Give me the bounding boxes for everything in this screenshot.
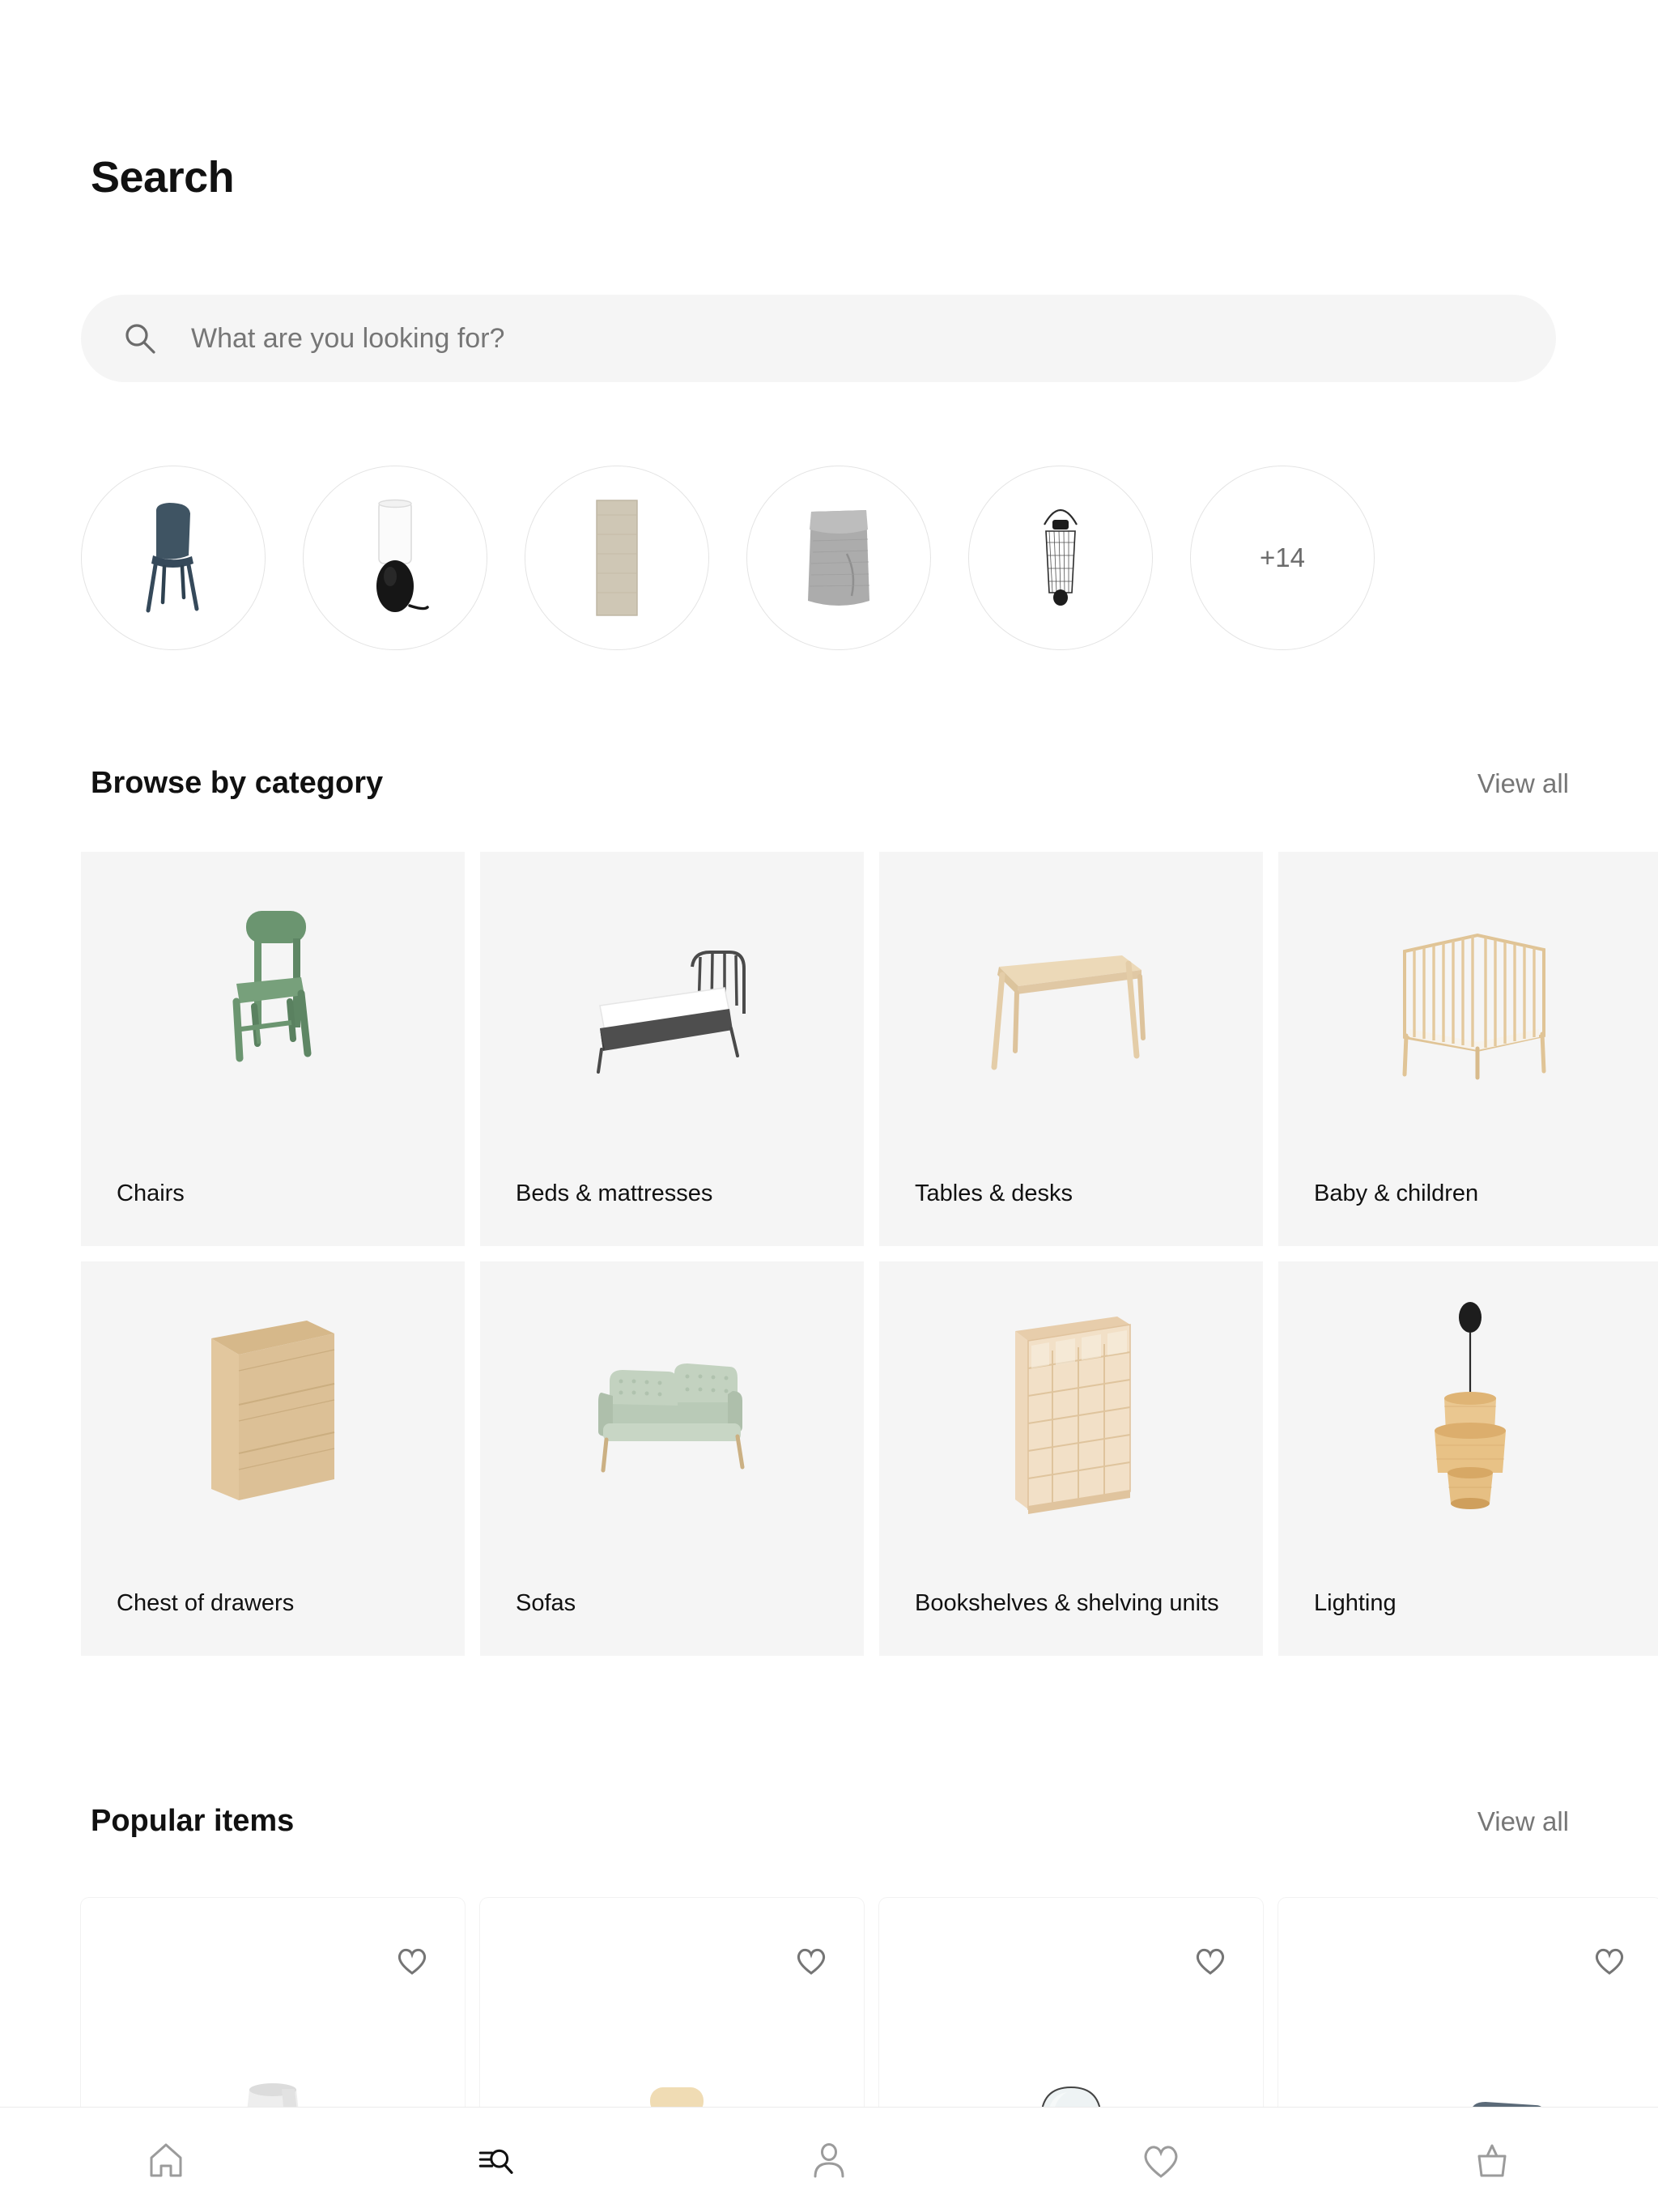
popular-view-all-link[interactable]: View all (1477, 1806, 1569, 1837)
quick-circle-table-lamp[interactable] (303, 466, 487, 650)
category-label: Chairs (117, 1180, 185, 1206)
category-card[interactable]: Baby & children (1278, 852, 1658, 1246)
pendant-lamp-icon (1435, 1302, 1506, 1509)
chair-icon (146, 503, 199, 613)
bed-icon (597, 951, 746, 1074)
category-image (81, 879, 465, 1138)
quick-circle-rug[interactable] (525, 466, 709, 650)
quick-circle-more[interactable]: +14 (1190, 466, 1375, 650)
heart-icon[interactable] (1592, 1943, 1626, 1977)
category-image (81, 1289, 465, 1548)
category-label: Baby & children (1314, 1180, 1479, 1206)
category-label: Tables & desks (915, 1180, 1073, 1206)
crib-icon (1402, 933, 1546, 1080)
category-image (879, 879, 1263, 1138)
category-image (480, 1289, 864, 1548)
rug-icon (596, 500, 638, 616)
category-label: Sofas (516, 1590, 576, 1616)
category-card[interactable]: Lighting (1278, 1261, 1658, 1656)
quick-circle-chair[interactable] (81, 466, 266, 650)
category-image (879, 1289, 1263, 1548)
dresser-icon (211, 1321, 335, 1500)
category-card[interactable]: Beds & mattresses (480, 852, 864, 1246)
category-card[interactable]: Tables & desks (879, 852, 1263, 1246)
category-card[interactable]: Chairs (81, 852, 465, 1246)
bookcase-icon (1015, 1317, 1131, 1514)
bottom-navigation-bar (0, 2107, 1658, 2212)
search-list-icon (479, 2149, 514, 2174)
quick-circle-throw-blanket[interactable] (746, 466, 931, 650)
category-image (1278, 1289, 1658, 1548)
categories-section-header: Browse by category View all (91, 766, 1569, 801)
heart-icon[interactable] (794, 1943, 828, 1977)
popular-item-card[interactable] (480, 1898, 864, 2141)
nav-home[interactable] (0, 2108, 332, 2212)
heart-icon (1144, 2146, 1178, 2178)
throw-blanket-icon (808, 510, 870, 606)
category-label: Bookshelves & shelving units (915, 1590, 1219, 1616)
popular-section-header: Popular items View all (91, 1804, 1569, 1839)
category-label: Beds & mattresses (516, 1180, 713, 1206)
nav-favorites[interactable] (995, 2108, 1327, 2212)
lantern-icon (1044, 509, 1078, 606)
popular-item-card[interactable] (1278, 1898, 1658, 2141)
popular-item-card[interactable] (81, 1898, 465, 2141)
category-label: Lighting (1314, 1590, 1397, 1616)
shopping-bag-icon (1477, 2144, 1507, 2176)
search-screen: Search What are you looking for? +14 Bro… (0, 0, 1658, 2212)
category-image (480, 879, 864, 1138)
category-card[interactable]: Sofas (480, 1261, 864, 1656)
search-icon (123, 321, 157, 355)
nav-profile[interactable] (663, 2108, 995, 2212)
search-placeholder: What are you looking for? (191, 322, 505, 354)
search-input[interactable]: What are you looking for? (81, 295, 1556, 382)
popular-section-title: Popular items (91, 1804, 295, 1838)
quick-circle-lantern[interactable] (968, 466, 1153, 650)
category-image (1278, 879, 1658, 1138)
page-title: Search (91, 153, 235, 202)
heart-icon[interactable] (395, 1943, 429, 1977)
popular-item-card[interactable] (879, 1898, 1263, 2141)
category-card[interactable]: Chest of drawers (81, 1261, 465, 1656)
nav-search[interactable] (332, 2108, 664, 2212)
table-lamp-icon (376, 499, 429, 612)
popular-items-grid (81, 1898, 1658, 2141)
category-grid: Chairs Beds & mattresses Tables & desks … (81, 852, 1658, 1656)
categories-section-title: Browse by category (91, 766, 384, 800)
sofa-icon (598, 1363, 745, 1473)
heart-icon[interactable] (1193, 1943, 1227, 1977)
category-card[interactable]: Bookshelves & shelving units (879, 1261, 1263, 1656)
quick-filter-strip[interactable]: +14 (81, 466, 1658, 660)
categories-view-all-link[interactable]: View all (1477, 768, 1569, 799)
nav-cart[interactable] (1326, 2108, 1658, 2212)
person-icon (814, 2142, 844, 2177)
desk-icon (991, 955, 1146, 1070)
green-chair-icon (232, 911, 312, 1062)
home-icon (150, 2143, 182, 2176)
category-label: Chest of drawers (117, 1590, 295, 1616)
quick-circle-more-label: +14 (1260, 542, 1305, 572)
